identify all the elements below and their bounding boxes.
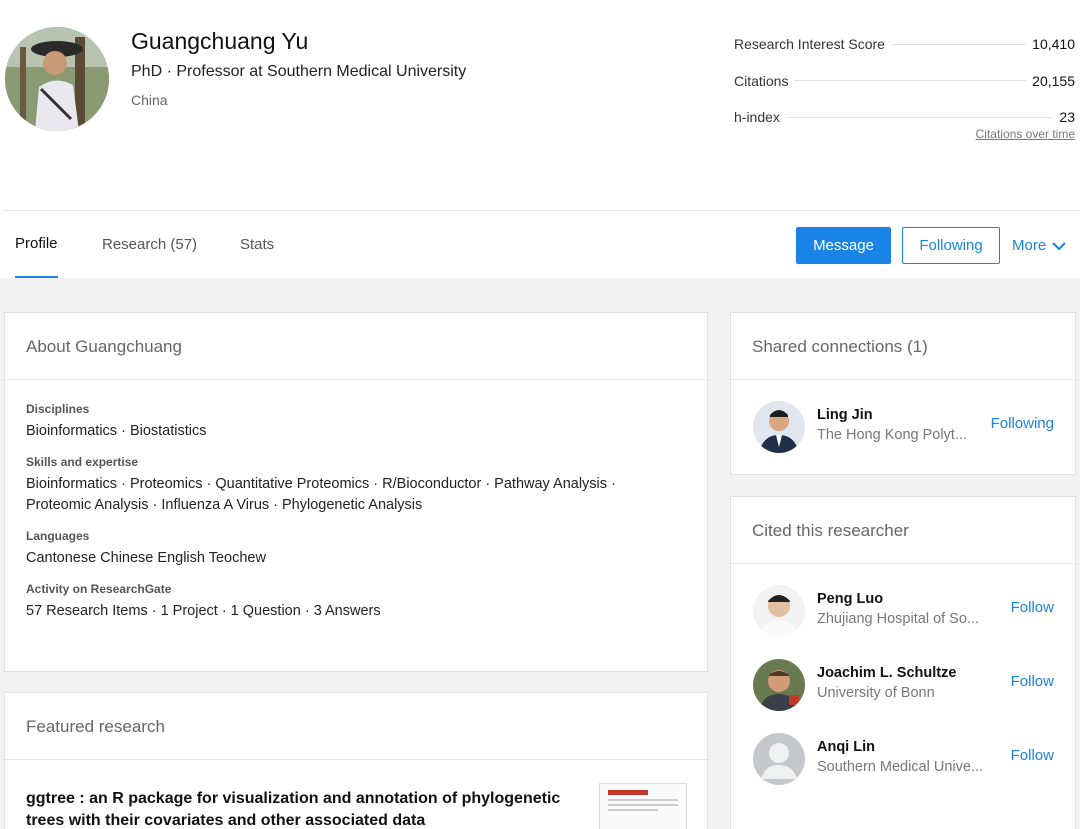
about-section-activity: Activity on ResearchGate 57 Research Ite… xyxy=(26,582,707,622)
about-section-skills: Skills and expertise Bioinformatics · Pr… xyxy=(26,455,707,516)
leader-line xyxy=(785,116,1054,118)
stat-label: Citations xyxy=(734,72,789,89)
list-item[interactable]: Peng Luo Zhujiang Hospital of So... Foll… xyxy=(753,585,1054,641)
person-name[interactable]: Anqi Lin xyxy=(817,739,875,755)
stat-value: 20,155 xyxy=(1032,72,1075,89)
list-item[interactable]: Anqi Lin Southern Medical Unive... Follo… xyxy=(753,733,1054,789)
about-section-disciplines: Disciplines Bioinformatics · Biostatisti… xyxy=(26,402,707,442)
section-value: Bioinformatics · Proteomics · Quantitati… xyxy=(26,476,616,513)
featured-paper-title[interactable]: ggtree : an R package for visualization … xyxy=(26,788,586,829)
more-menu[interactable]: More xyxy=(1012,227,1066,264)
section-value: Cantonese Chinese English Teochew xyxy=(26,550,266,566)
follow-button[interactable]: Follow xyxy=(1011,747,1054,764)
leader-line xyxy=(794,80,1027,82)
paper-thumbnail[interactable] xyxy=(599,783,687,829)
section-label: Disciplines xyxy=(26,402,90,416)
profile-title: PhD · Professor at Southern Medical Univ… xyxy=(131,63,467,80)
stat-label: Research Interest Score xyxy=(734,36,885,53)
content-area: About Guangchuang Disciplines Bioinforma… xyxy=(0,278,1080,829)
avatar[interactable] xyxy=(753,659,805,711)
person-affiliation: The Hong Kong Polyt... xyxy=(817,427,967,443)
stat-label: h-index xyxy=(734,109,780,126)
list-item[interactable]: Ling Jin The Hong Kong Polyt... Followin… xyxy=(753,401,1054,457)
profile-country: China xyxy=(131,92,168,108)
section-label: Skills and expertise xyxy=(26,455,139,469)
avatar[interactable] xyxy=(753,585,805,637)
profile-name: Guangchuang Yu xyxy=(131,28,309,54)
featured-research-card: Featured research ggtree : an R package … xyxy=(4,692,708,829)
stat-value: 10,410 xyxy=(1032,36,1075,53)
person-name[interactable]: Joachim L. Schultze xyxy=(817,665,956,681)
list-item[interactable]: Joachim L. Schultze University of Bonn F… xyxy=(753,659,1054,715)
shared-connections-card: Shared connections (1) Ling Jin The Hong… xyxy=(730,312,1076,475)
person-affiliation: Zhujiang Hospital of So... xyxy=(817,611,980,627)
person-name[interactable]: Ling Jin xyxy=(817,407,873,423)
follow-button[interactable]: Follow xyxy=(1011,673,1054,690)
tab-stats[interactable]: Stats xyxy=(240,211,274,279)
profile-nav: Profile Research (57) Stats Message Foll… xyxy=(4,210,1080,279)
cited-heading: Cited this researcher xyxy=(731,497,1075,564)
chevron-down-icon xyxy=(1052,241,1066,250)
person-affiliation: University of Bonn xyxy=(817,685,935,701)
tab-research[interactable]: Research (57) xyxy=(102,211,197,279)
about-section-languages: Languages Cantonese Chinese English Teoc… xyxy=(26,529,707,569)
about-card: About Guangchuang Disciplines Bioinforma… xyxy=(4,312,708,672)
cited-researcher-card: Cited this researcher Peng Luo Zhujiang … xyxy=(730,496,1076,829)
stats-panel: Research Interest Score 10,410 Citations… xyxy=(734,26,1075,136)
profile-header: Guangchuang Yu PhD · Professor at Southe… xyxy=(0,0,1080,210)
leader-line xyxy=(890,43,1027,45)
following-button[interactable]: Following xyxy=(991,415,1054,432)
stat-research-interest: Research Interest Score 10,410 xyxy=(734,26,1075,63)
person-affiliation: Southern Medical Unive... xyxy=(817,759,984,775)
section-value: Bioinformatics · Biostatistics xyxy=(26,423,207,439)
more-label: More xyxy=(1012,237,1047,254)
stat-value: 23 xyxy=(1059,109,1075,126)
profile-avatar[interactable] xyxy=(5,27,109,131)
stat-citations: Citations 20,155 xyxy=(734,63,1075,100)
section-label: Activity on ResearchGate xyxy=(26,582,172,596)
featured-heading: Featured research xyxy=(5,693,707,760)
about-heading: About Guangchuang xyxy=(5,313,707,380)
avatar[interactable] xyxy=(753,733,805,785)
shared-heading: Shared connections (1) xyxy=(731,313,1075,380)
citations-over-time-link[interactable]: Citations over time xyxy=(976,127,1075,141)
section-value: 57 Research Items · 1 Project · 1 Questi… xyxy=(26,603,381,619)
following-button[interactable]: Following xyxy=(902,227,1000,264)
avatar[interactable] xyxy=(753,401,805,453)
message-button[interactable]: Message xyxy=(796,227,891,264)
section-label: Languages xyxy=(26,529,90,543)
follow-button[interactable]: Follow xyxy=(1011,599,1054,616)
tab-profile[interactable]: Profile xyxy=(15,211,58,279)
person-name[interactable]: Peng Luo xyxy=(817,591,883,607)
